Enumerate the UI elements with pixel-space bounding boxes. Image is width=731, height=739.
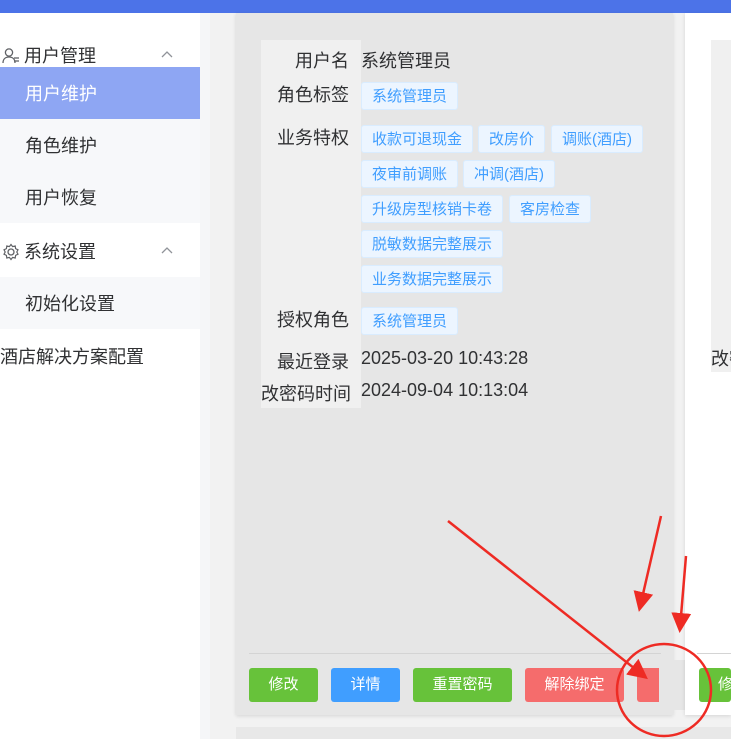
privileges-label: 业务特权 (277, 128, 349, 148)
last-login-value: 2025-03-20 10:43:28 (361, 348, 529, 368)
privilege-tag: 调账(酒店) (551, 125, 643, 153)
username-label: 用户名 (295, 51, 349, 71)
nav-item-user-recovery[interactable]: 用户恢复 (0, 171, 200, 223)
password-change-label: 改密 (711, 349, 731, 369)
privilege-tag: 冲调(酒店) (463, 160, 555, 188)
auth-role-tag: 系统管理员 (361, 307, 459, 335)
role-tag: 系统管理员 (361, 82, 459, 110)
detail-button[interactable]: 详情 (331, 668, 400, 702)
unbind-button[interactable]: 解除绑定 (525, 668, 624, 702)
top-header-bar (0, 0, 731, 13)
nav-item-label: 角色维护 (25, 136, 97, 156)
role-tags-label: 角色标签 (277, 85, 349, 105)
nav-item-label: 用户维护 (25, 84, 97, 104)
card-footer-divider (697, 653, 731, 654)
label-column (711, 40, 731, 372)
sidebar: 用户管理 用户维护 角色维护 用户恢复 系统设置 初始化设置 酒店解决方案配置 (0, 13, 200, 739)
nav-item-role-maintenance[interactable]: 角色维护 (0, 119, 200, 171)
nav-item-user-maintenance[interactable]: 用户维护 (0, 67, 200, 119)
privilege-tag: 客房检查 (509, 195, 592, 223)
privilege-tag: 夜审前调账 (361, 160, 459, 188)
chevron-up-icon (161, 51, 173, 58)
edit-button[interactable]: 修 (699, 668, 731, 702)
privilege-tag: 收款可退现金 (361, 125, 474, 153)
nav-item-hotel-solution-config[interactable]: 酒店解决方案配置 (0, 330, 200, 382)
password-change-label: 改密码时间 (261, 384, 351, 404)
card-edge (659, 660, 685, 710)
username-value: 系统管理员 (361, 51, 451, 71)
edit-button[interactable]: 修改 (249, 668, 318, 702)
sidebar-scroll-gutter (200, 13, 210, 739)
next-card-row (236, 727, 731, 739)
auth-roles-label: 授权角色 (277, 310, 349, 330)
nav-group-label: 用户管理 (24, 46, 96, 66)
nav-group-system-settings[interactable]: 系统设置 (0, 225, 200, 277)
user-icon (2, 48, 19, 64)
last-login-label: 最近登录 (277, 352, 349, 372)
privilege-tag: 业务数据完整展示 (361, 265, 504, 293)
nav-item-label: 用户恢复 (25, 188, 97, 208)
nav-item-init-settings[interactable]: 初始化设置 (0, 277, 200, 329)
privilege-tag: 改房价 (478, 125, 546, 153)
nav-item-label: 酒店解决方案配置 (0, 347, 144, 367)
card-footer-divider (249, 653, 661, 654)
nav-group-label: 系统设置 (24, 242, 96, 262)
password-change-value: 2024-09-04 10:13:04 (361, 380, 529, 400)
reset-password-button[interactable]: 重置密码 (413, 668, 512, 702)
gear-icon (3, 243, 19, 261)
privilege-tag: 升级房型核销卡卷 (361, 195, 504, 223)
privilege-tag: 脱敏数据完整展示 (361, 230, 504, 258)
chevron-up-icon (161, 247, 173, 254)
nav-item-label: 初始化设置 (25, 294, 115, 314)
